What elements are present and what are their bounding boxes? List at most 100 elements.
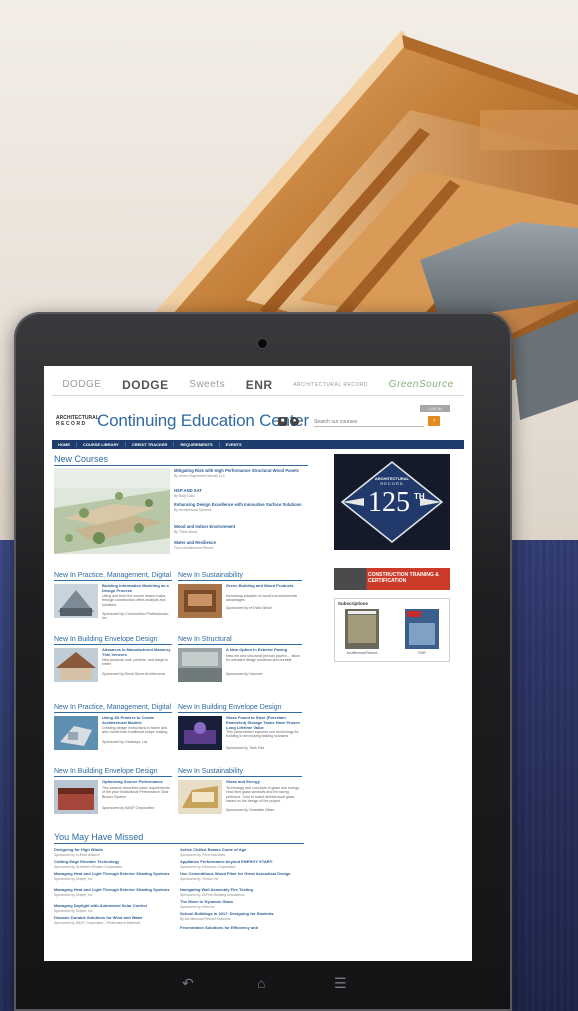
course-title[interactable]: Using 3D Printers to Create Architectura… bbox=[102, 715, 172, 726]
missed-item[interactable]: School Buildings in 2017: Designing for … bbox=[180, 911, 304, 921]
menu-item-requirements[interactable]: REQUIREMENTS bbox=[174, 442, 220, 447]
brand-link[interactable]: ARCHITECTURAL RECORD bbox=[293, 382, 368, 388]
missed-item[interactable]: Active Chilled Beams Come of Age Sponsor… bbox=[180, 847, 304, 857]
missed-item[interactable]: Disaster Durable Solutions for Wind and … bbox=[54, 915, 178, 925]
back-icon[interactable]: ↶ bbox=[182, 975, 194, 992]
menu-icon[interactable]: ☰ bbox=[334, 975, 347, 992]
course-sponsor: By Architectural Systems bbox=[174, 508, 212, 513]
missed-item[interactable]: Fenestration Solutions for Efficiency an… bbox=[180, 925, 304, 931]
section-heading[interactable]: New In Building Envelope Design bbox=[54, 636, 172, 645]
course-thumbnail[interactable] bbox=[178, 584, 222, 618]
menu-item-events[interactable]: EVENTS bbox=[220, 442, 248, 447]
course-title[interactable]: HSP AND SAT bbox=[174, 488, 304, 493]
section-heading[interactable]: New In Building Envelope Design bbox=[54, 768, 172, 777]
course-sponsor: From Architectural Record bbox=[174, 546, 214, 551]
new-course-item[interactable]: Water and Resilience From Architectural … bbox=[174, 540, 304, 550]
course-sponsor: Sponsored by reThink Wood bbox=[226, 606, 272, 610]
course-title[interactable]: A New Option in Exterior Paving bbox=[226, 647, 304, 653]
brand-link[interactable]: ENR bbox=[246, 378, 273, 392]
magazine-cover[interactable] bbox=[405, 609, 439, 649]
course-description: Creating design instructions in faster a… bbox=[102, 726, 168, 735]
section-heading[interactable]: New In Sustainability bbox=[178, 768, 302, 777]
subscriptions-box: Subscriptions Architectural Record ENR bbox=[334, 598, 450, 662]
missed-item[interactable]: Use Cementitious Wood Fiber for Great Ac… bbox=[180, 871, 304, 881]
course-sponsor: By Huber Engineered Woods LLC bbox=[174, 474, 226, 479]
login-button[interactable]: LOG IN bbox=[420, 405, 450, 412]
course-title[interactable]: Green Building and Wood Products bbox=[226, 583, 304, 589]
new-course-item[interactable]: Enhancing Design Excellence with Innovat… bbox=[174, 502, 304, 512]
menu-item-credit-tracker[interactable]: CREDIT TRACKER bbox=[126, 442, 175, 447]
course-thumbnail[interactable] bbox=[54, 780, 98, 814]
course-title[interactable]: Wood and Indoor Environment bbox=[174, 524, 304, 529]
missed-sponsor: Sponsored by View Inc. bbox=[180, 904, 216, 909]
missed-item[interactable]: Designing for High Winds Sponsored by In… bbox=[54, 847, 178, 857]
course-description: This presentation explores one technolog… bbox=[226, 730, 299, 739]
missed-item[interactable]: Navigating Wall Assembly Fire Testing Sp… bbox=[180, 887, 304, 897]
missed-item[interactable]: Managing Daylight with Automated Solar C… bbox=[54, 903, 178, 913]
missed-sponsor: Sponsored by Tectum Inc. bbox=[180, 876, 220, 881]
course-title[interactable]: Building Information Modeling as a Desig… bbox=[102, 583, 172, 594]
course-title[interactable]: Advances in Manufactured Masonry Thin Ve… bbox=[102, 647, 172, 658]
missed-sponsor: Sponsored by Electrolux Corporation bbox=[180, 864, 236, 869]
new-course-item[interactable]: HSP AND SAT By Bally Labs bbox=[174, 488, 304, 498]
magazine-label[interactable]: ENR bbox=[397, 651, 447, 655]
menu-item-course-library[interactable]: COURSE LIBRARY bbox=[77, 442, 126, 447]
section-heading[interactable]: New In Practice, Management, Digital bbox=[54, 572, 172, 581]
missed-title[interactable]: Fenestration Solutions for Efficiency an… bbox=[180, 925, 304, 931]
course-sponsor: Sponsored by Tank Fab bbox=[226, 746, 265, 750]
missed-sponsor: Sponsored by Draper, Inc. bbox=[54, 908, 94, 913]
course-title[interactable]: Glass and Energy bbox=[226, 779, 304, 785]
course-description: Technology and concepts of glass and ene… bbox=[226, 786, 300, 804]
missed-sponsor: Sponsored by DuPont Building Innovations bbox=[180, 892, 245, 897]
course-thumbnail[interactable] bbox=[54, 716, 98, 750]
new-courses-featured-image[interactable] bbox=[54, 468, 170, 554]
missed-sponsor: Sponsored by Draper, Inc. bbox=[54, 892, 94, 897]
missed-item[interactable]: Managing Heat and Light Through Exterior… bbox=[54, 871, 178, 881]
search-input[interactable] bbox=[314, 417, 424, 427]
missed-sponsor: Sponsored by Price Industries bbox=[180, 852, 226, 857]
course-sponsor: By Bally Labs bbox=[174, 494, 195, 499]
course-title[interactable]: Enhancing Design Excellence with Innovat… bbox=[174, 502, 304, 507]
course-title[interactable]: Water and Resilience bbox=[174, 540, 304, 545]
missed-item[interactable]: The Move to Dynamic Glass Sponsored by V… bbox=[180, 899, 304, 909]
menu-item-home[interactable]: HOME bbox=[52, 442, 77, 447]
course-description: New rim and structural precast pavers ..… bbox=[226, 654, 300, 663]
course-thumbnail[interactable] bbox=[178, 716, 222, 750]
missed-sponsor: Sponsored by Schindler Elevator Corporat… bbox=[54, 864, 123, 869]
new-course-item[interactable]: Mitigating Risk with High Performance St… bbox=[174, 468, 304, 478]
section-heading[interactable]: New In Structural bbox=[178, 636, 302, 645]
course-title[interactable]: Glass Fused to Steel (Porcelain Enameled… bbox=[226, 715, 304, 730]
home-icon[interactable]: ⌂ bbox=[257, 975, 265, 991]
missed-item[interactable]: Cutting-Edge Elevator Technology Sponsor… bbox=[54, 859, 178, 869]
brand-link[interactable]: DODGE bbox=[122, 378, 169, 392]
course-thumbnail[interactable] bbox=[54, 584, 98, 618]
course-sponsor: Sponsored by Boral Stone Architectural bbox=[102, 672, 165, 676]
magazine-label[interactable]: Architectural Record bbox=[337, 651, 387, 655]
magazine-cover[interactable] bbox=[345, 609, 379, 649]
course-thumbnail[interactable] bbox=[178, 648, 222, 682]
course-sponsor: Sponsored by BASF Corporation bbox=[102, 806, 155, 810]
profile-icon[interactable]: ● bbox=[290, 417, 299, 426]
badge-number: 125 bbox=[368, 487, 410, 518]
section-heading[interactable]: New In Building Envelope Design bbox=[178, 704, 302, 713]
section-heading[interactable]: New In Sustainability bbox=[178, 572, 302, 581]
brand-link[interactable]: Sweets bbox=[189, 379, 225, 390]
anniversary-badge[interactable]: ARCHITECTURAL RECORD 125 TH bbox=[334, 454, 450, 550]
course-sponsor: Sponsored by Stratasys, Ltd. bbox=[102, 740, 149, 744]
missed-item[interactable]: Managing Heat and Light Through Exterior… bbox=[54, 887, 178, 897]
training-promo-banner[interactable]: CONSTRUCTION TRAINING & CERTIFICATION bbox=[334, 568, 450, 590]
bookmark-icon[interactable]: ■ bbox=[278, 417, 287, 426]
search-button[interactable]: › bbox=[428, 416, 440, 426]
brand-link[interactable]: GreenSource bbox=[389, 379, 454, 390]
course-thumbnail[interactable] bbox=[54, 648, 98, 682]
architectural-record-logo[interactable]: ARCHITECTURAL RECORD bbox=[56, 415, 99, 427]
new-course-item[interactable]: Wood and Indoor Environment By Think Woo… bbox=[174, 524, 304, 534]
course-description: This session describes basic requirement… bbox=[102, 786, 170, 799]
missed-sponsor: Sponsored by In Brick Alliance bbox=[54, 852, 100, 857]
course-title[interactable]: Optimizing Source Performance bbox=[102, 779, 172, 785]
brand-link[interactable]: DODGE bbox=[62, 379, 101, 390]
section-heading[interactable]: New In Practice, Management, Digital bbox=[54, 704, 172, 713]
course-thumbnail[interactable] bbox=[178, 780, 222, 814]
course-title[interactable]: Mitigating Risk with High Performance St… bbox=[174, 468, 304, 473]
missed-item[interactable]: Appliance Performance beyond ENERGY STAR… bbox=[180, 859, 304, 869]
